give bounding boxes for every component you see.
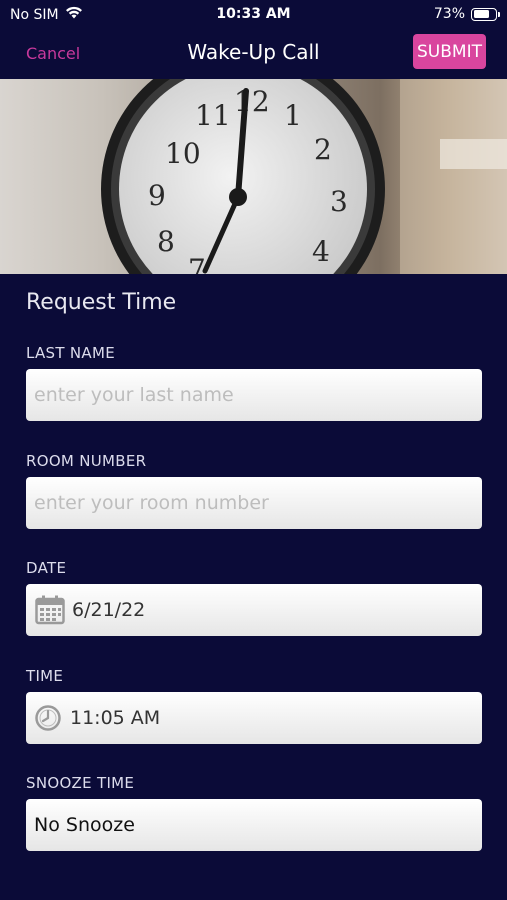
battery-level bbox=[473, 10, 489, 18]
svg-text:11: 11 bbox=[195, 99, 231, 132]
svg-text:12: 12 bbox=[234, 85, 270, 118]
svg-text:2: 2 bbox=[314, 133, 332, 166]
submit-button[interactable]: SUBMIT bbox=[413, 34, 486, 69]
date-label: DATE bbox=[26, 559, 67, 577]
calendar-icon bbox=[34, 594, 66, 626]
svg-text:10: 10 bbox=[165, 137, 201, 170]
svg-text:9: 9 bbox=[148, 179, 166, 212]
room-number-label: ROOM NUMBER bbox=[26, 452, 147, 470]
hero-image: 12 1 2 3 4 11 10 9 8 7 bbox=[0, 79, 507, 274]
clock-icon bbox=[34, 702, 62, 734]
svg-text:4: 4 bbox=[312, 235, 330, 268]
snooze-time-field[interactable]: No Snooze bbox=[26, 799, 482, 851]
status-bar: No SIM 10:33 AM 73% bbox=[0, 0, 507, 28]
svg-text:1: 1 bbox=[284, 99, 302, 132]
snooze-time-value: No Snooze bbox=[34, 814, 135, 836]
room-number-field-box bbox=[26, 477, 482, 529]
date-value: 6/21/22 bbox=[72, 599, 146, 621]
battery-percent: 73% bbox=[433, 6, 465, 22]
last-name-label: LAST NAME bbox=[26, 344, 116, 362]
last-name-input[interactable] bbox=[34, 369, 482, 421]
section-title: Request Time bbox=[26, 290, 177, 315]
time-label: TIME bbox=[26, 667, 64, 685]
date-field[interactable]: 6/21/22 bbox=[26, 584, 482, 636]
svg-text:3: 3 bbox=[330, 185, 348, 218]
status-right: 73% bbox=[433, 6, 500, 22]
svg-text:8: 8 bbox=[157, 225, 175, 258]
room-number-input[interactable] bbox=[34, 477, 482, 529]
nav-bar: Cancel Wake-Up Call SUBMIT bbox=[0, 28, 507, 78]
time-value: 11:05 AM bbox=[70, 707, 161, 729]
alarm-clock-image: 12 1 2 3 4 11 10 9 8 7 bbox=[0, 79, 507, 274]
status-time: 10:33 AM bbox=[216, 6, 291, 22]
battery-icon bbox=[471, 7, 500, 21]
time-field[interactable]: 11:05 AM bbox=[26, 692, 482, 744]
snooze-time-label: SNOOZE TIME bbox=[26, 774, 135, 792]
last-name-field-box bbox=[26, 369, 482, 421]
